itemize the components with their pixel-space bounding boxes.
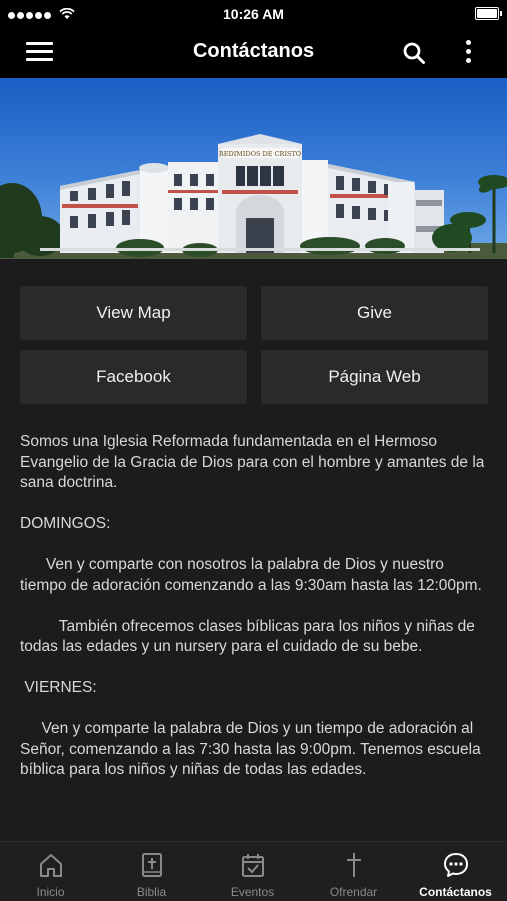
sunday-service-paragraph: Ven y comparte con nosotros la palabra d… bbox=[20, 556, 482, 594]
sunday-heading: DOMINGOS: bbox=[20, 515, 111, 532]
more-options-icon[interactable] bbox=[460, 40, 476, 68]
home-icon bbox=[39, 854, 62, 877]
tab-ofrendar[interactable]: Ofrendar bbox=[303, 842, 404, 901]
building-sign: REDIMIDOS DE CRISTO bbox=[219, 150, 301, 158]
tab-eventos[interactable]: Eventos bbox=[202, 842, 303, 901]
friday-heading: VIERNES: bbox=[20, 679, 97, 696]
tab-label: Eventos bbox=[230, 885, 275, 899]
tab-label: Contáctanos bbox=[419, 885, 492, 899]
status-time: 10:26 AM bbox=[223, 6, 284, 22]
search-icon[interactable] bbox=[402, 41, 426, 65]
give-button[interactable]: Give bbox=[261, 286, 488, 340]
tab-label: Inicio bbox=[36, 885, 65, 899]
top-app-bar: Contáctanos bbox=[0, 28, 507, 78]
description-paragraph: Somos una Iglesia Reformada fundamentada… bbox=[20, 433, 489, 491]
tab-label: Biblia bbox=[136, 885, 167, 899]
bottom-tab-bar: Inicio Biblia Eventos Ofrendar Contáctan… bbox=[0, 841, 507, 901]
bible-icon bbox=[141, 853, 162, 877]
tab-inicio[interactable]: Inicio bbox=[0, 842, 101, 901]
church-building-image: REDIMIDOS DE CRISTO bbox=[0, 78, 507, 259]
tab-biblia[interactable]: Biblia bbox=[101, 842, 202, 901]
page-title: Contáctanos bbox=[192, 40, 315, 62]
classes-paragraph: También ofrecemos clases bíblicas para l… bbox=[20, 617, 480, 656]
view-map-button[interactable]: View Map bbox=[20, 286, 247, 340]
chat-bubble-icon bbox=[443, 853, 468, 877]
friday-service-paragraph: Ven y comparte la palabra de Dios y un t… bbox=[20, 720, 486, 778]
facebook-button[interactable]: Facebook bbox=[20, 350, 247, 404]
church-description: Somos una Iglesia Reformada fundamentada… bbox=[20, 432, 490, 801]
website-button[interactable]: Página Web bbox=[261, 350, 488, 404]
tab-label: Ofrendar bbox=[329, 885, 378, 899]
cross-icon bbox=[346, 853, 361, 877]
battery-icon bbox=[475, 7, 502, 20]
calendar-check-icon bbox=[241, 854, 264, 877]
tab-contactanos[interactable]: Contáctanos bbox=[404, 842, 507, 901]
status-bar: 10:26 AM bbox=[0, 0, 507, 28]
